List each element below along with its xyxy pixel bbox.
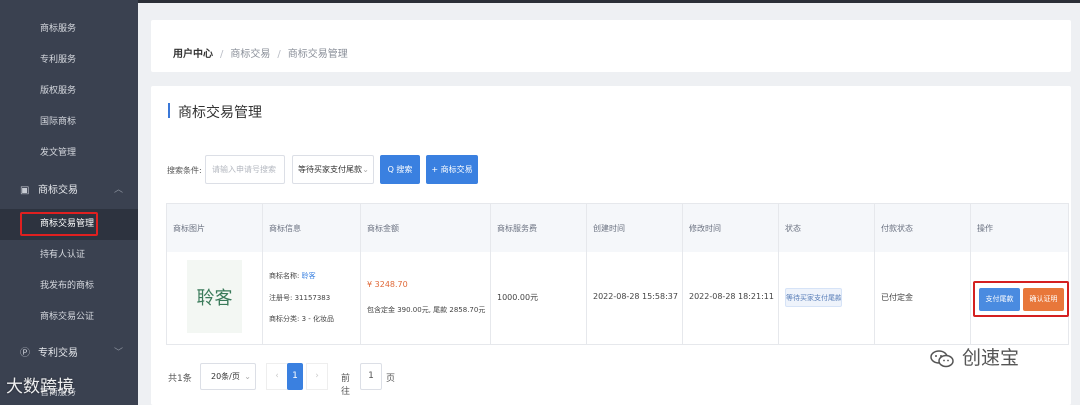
column-header: 商标服务费 <box>491 204 587 254</box>
trademark-image: 聆客 <box>187 260 242 333</box>
goto-unit-label: 页 <box>386 374 396 384</box>
wechat-icon <box>930 349 954 367</box>
pay-status: 已付定金 <box>881 293 913 302</box>
sidebar-item-document-mgmt[interactable]: 发文管理 <box>0 138 138 169</box>
page-size-value: 20条/页 <box>211 372 240 381</box>
watermark-left: 大数跨境 <box>6 372 74 397</box>
cell-logo: 聆客 <box>167 252 263 345</box>
sidebar-item-label: 发文管理 <box>40 148 77 158</box>
column-header: 状态 <box>779 204 875 254</box>
goto-label: 前往 <box>341 374 351 397</box>
trademark-name-link[interactable]: 聆客 <box>302 272 316 280</box>
trademark-name-label: 商标名称: <box>269 272 300 280</box>
cell-info: 商标名称: 聆客 注册号: 31157383 商标分类: 3 - 化妆品 <box>263 252 361 345</box>
column-header: 商标图片 <box>167 204 263 254</box>
breadcrumb-separator: / <box>220 49 224 60</box>
modified-time: 2022-08-28 18:21:11 <box>689 292 774 301</box>
watermark-left-text: 大数跨境 <box>6 377 74 397</box>
column-header: 商标金额 <box>361 204 491 254</box>
prev-page-button[interactable]: ‹ <box>266 363 288 390</box>
page-size-select[interactable]: 20条/页 ⌄ <box>200 363 256 390</box>
sidebar-group-label: 商标交易 <box>38 185 78 196</box>
breadcrumb-separator: / <box>277 49 281 60</box>
sidebar-item-patent-service[interactable]: 专利服务 <box>0 45 138 76</box>
column-header: 创建时间 <box>587 204 683 254</box>
chevron-down-icon: ⌄ <box>244 372 251 381</box>
breadcrumb-current: 商标交易管理 <box>287 49 348 60</box>
cart-icon: ▣ <box>20 185 30 196</box>
table-header: 商标图片 商标信息 商标金额 商标服务费 创建时间 修改时间 状态 付款状态 操… <box>166 203 1069 254</box>
pagination-total: 共1条 <box>168 374 192 384</box>
sidebar-item-my-published[interactable]: 我发布的商标 <box>0 271 138 302</box>
chevron-up-icon: ︿ <box>114 185 124 195</box>
title-accent-bar <box>168 103 170 118</box>
next-page-button[interactable]: › <box>306 363 328 390</box>
breadcrumb-level1[interactable]: 商标交易 <box>230 49 270 60</box>
sidebar-item-trademark-service[interactable]: 商标服务 <box>0 14 138 45</box>
actions-highlight-box: 支付尾款 确认证明 <box>973 281 1069 317</box>
sidebar-item-label: 版权服务 <box>40 86 77 96</box>
trademark-name: 商标名称: 聆客 <box>269 271 316 281</box>
cell-price: ¥ 3248.70 包含定金 390.00元, 尾款 2858.70元 <box>361 252 491 345</box>
top-edge <box>0 0 1080 3</box>
pay-balance-button[interactable]: 支付尾款 <box>979 288 1020 311</box>
chevron-down-icon: ⌄ <box>362 165 369 174</box>
sidebar-group-label: 专利交易 <box>38 348 78 359</box>
column-header: 付款状态 <box>875 204 971 254</box>
search-label: 搜索条件: <box>167 166 202 175</box>
goto-page-input[interactable]: 1 <box>360 363 382 390</box>
sidebar-item-label: 持有人认证 <box>40 250 86 260</box>
table-row: 聆客 商标名称: 聆客 注册号: 31157383 商标分类: 3 - 化妆品 … <box>166 252 1069 345</box>
cell-created: 2022-08-28 15:58:37 <box>587 252 683 345</box>
sidebar-item-label: 我发布的商标 <box>40 281 95 291</box>
chevron-down-icon: ﹀ <box>114 348 124 358</box>
search-input[interactable] <box>205 155 285 184</box>
column-header: 修改时间 <box>683 204 779 254</box>
watermark-right-text: 创速宝 <box>962 347 1020 369</box>
cell-service-fee: 1000.00元 <box>491 252 587 345</box>
cell-modified: 2022-08-28 18:21:11 <box>683 252 779 345</box>
p-circle-icon: Ⓟ <box>20 348 30 359</box>
sidebar-item-trademark-trade-mgmt[interactable]: 商标交易管理 <box>0 209 138 240</box>
highlight-box <box>20 212 98 236</box>
breadcrumb-home[interactable]: 用户中心 <box>173 49 213 60</box>
trademark-reg-no: 注册号: 31157383 <box>269 294 331 302</box>
breadcrumb: 用户中心 / 商标交易 / 商标交易管理 <box>173 45 348 60</box>
search-button[interactable]: Q 搜索 <box>380 155 420 184</box>
trademark-category: 商标分类: 3 - 化妆品 <box>269 315 335 323</box>
breadcrumb-card: 用户中心 / 商标交易 / 商标交易管理 <box>151 20 1071 72</box>
status-select-value: 等待买家支付尾款 <box>298 165 362 174</box>
trademark-logo-text: 聆客 <box>196 288 233 309</box>
sidebar: 商标服务 专利服务 版权服务 国际商标 发文管理 ▣ 商标交易 ︿ 商标交易管理… <box>0 0 138 405</box>
sidebar-item-copyright-service[interactable]: 版权服务 <box>0 76 138 107</box>
cell-pay-status: 已付定金 <box>875 252 971 345</box>
price-detail: 包含定金 390.00元, 尾款 2858.70元 <box>367 306 486 314</box>
cell-status: 等待买家支付尾款 <box>779 252 875 345</box>
service-fee: 1000.00元 <box>497 293 539 302</box>
sidebar-item-label: 商标交易公证 <box>40 312 95 322</box>
sidebar-group-trademark-trade[interactable]: ▣ 商标交易 ︿ <box>0 169 138 212</box>
sidebar-item-intl-trademark[interactable]: 国际商标 <box>0 107 138 138</box>
trademark-price: ¥ 3248.70 <box>367 280 408 289</box>
sidebar-item-label: 商标服务 <box>40 24 77 34</box>
column-header: 商标信息 <box>263 204 361 254</box>
status-badge: 等待买家支付尾款 <box>785 288 842 307</box>
watermark-right: 创速宝 <box>930 343 1019 370</box>
add-trade-button[interactable]: + 商标交易 <box>426 155 478 184</box>
column-header: 操作 <box>977 224 993 233</box>
page-title: 商标交易管理 <box>178 105 262 121</box>
sidebar-item-trade-notary[interactable]: 商标交易公证 <box>0 302 138 333</box>
sidebar-item-label: 国际商标 <box>40 117 77 127</box>
sidebar-group-patent-trade[interactable]: Ⓟ 专利交易 ﹀ <box>0 332 138 375</box>
confirm-proof-button[interactable]: 确认证明 <box>1023 288 1064 311</box>
sidebar-item-label: 专利服务 <box>40 55 77 65</box>
created-time: 2022-08-28 15:58:37 <box>593 292 678 301</box>
status-select[interactable]: 等待买家支付尾款 ⌄ <box>292 155 374 184</box>
page-number-current[interactable]: 1 <box>287 363 303 390</box>
sidebar-item-holder-auth[interactable]: 持有人认证 <box>0 240 138 271</box>
